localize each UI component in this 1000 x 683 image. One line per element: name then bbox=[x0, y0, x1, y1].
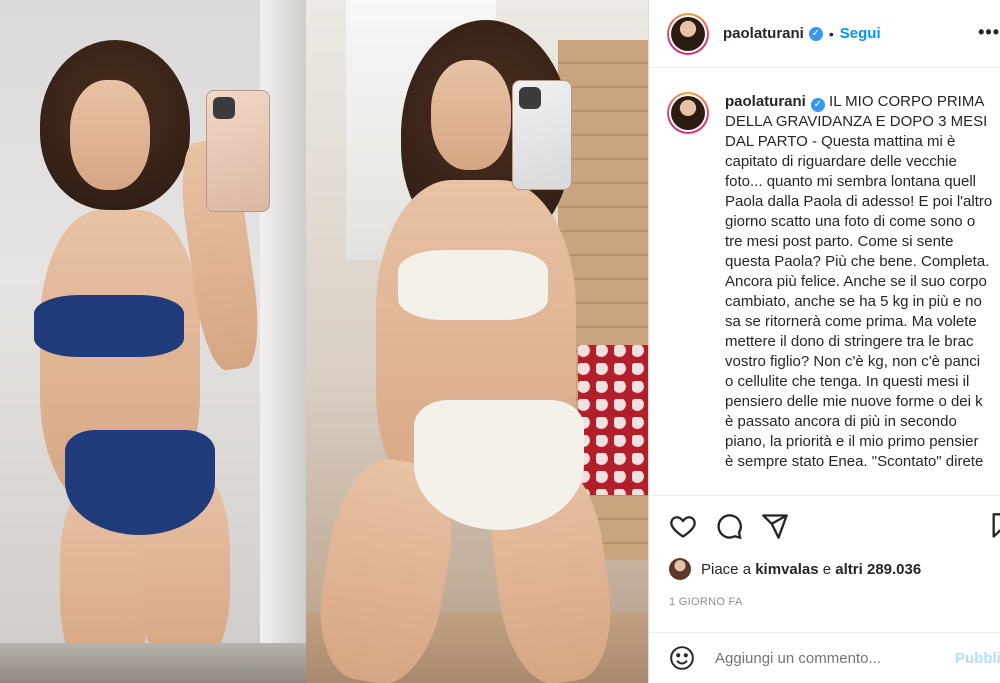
camera-icon bbox=[519, 87, 541, 109]
post-timestamp[interactable]: 1 GIORNO FA bbox=[669, 596, 743, 608]
verified-badge-icon: ✓ bbox=[810, 98, 825, 112]
bedsheet-shape bbox=[578, 345, 648, 495]
heart-icon[interactable] bbox=[669, 512, 697, 540]
caption-username[interactable]: paolaturani bbox=[725, 93, 806, 110]
post-header: paolaturani ✓ • Segui ••• bbox=[649, 0, 1000, 68]
caption-scroll-area[interactable]: paolaturani ✓ IL MIO CORPO PRIMA DELLA GR… bbox=[649, 80, 1000, 496]
brief-shape bbox=[414, 400, 584, 530]
liker-avatar[interactable] bbox=[669, 558, 691, 580]
comment-bar: Pubblica bbox=[649, 632, 1000, 683]
caption-line: sa se ritornerà come prima. Ma volete bbox=[725, 313, 977, 330]
bikini-bottom bbox=[65, 430, 215, 535]
caption-line: mettere il dono di stringere tra le brac bbox=[725, 333, 974, 350]
phone-shape bbox=[512, 80, 572, 190]
caption-line: foto... quanto mi sembra lontana quell bbox=[725, 173, 976, 190]
photo-before bbox=[0, 0, 306, 683]
bookmark-icon[interactable] bbox=[989, 512, 1000, 540]
post-side-panel: paolaturani ✓ • Segui ••• paolaturani ✓ I… bbox=[648, 0, 1000, 683]
comment-icon[interactable] bbox=[715, 512, 743, 540]
liker-username[interactable]: kimvalas bbox=[755, 561, 818, 578]
verified-badge-icon: ✓ bbox=[808, 26, 823, 41]
caption-line: è sempre stato Enea. "Scontato" direte bbox=[725, 453, 984, 470]
post-media[interactable] bbox=[0, 0, 648, 683]
caption-line: giorno scatto una foto di come sono o bbox=[725, 213, 976, 230]
floor-shape bbox=[0, 643, 306, 683]
caption-line: IL MIO CORPO PRIMA bbox=[829, 93, 985, 110]
caption-line: o cellulite che tenga. In questi mesi il bbox=[725, 373, 970, 390]
likes-count[interactable]: altri 289.036 bbox=[835, 561, 921, 578]
caption-row: paolaturani ✓ IL MIO CORPO PRIMA DELLA GR… bbox=[649, 80, 1000, 472]
caption-line: vostro figlio? Non c'è kg, non c'è panci bbox=[725, 353, 981, 370]
likes-conjunction: e bbox=[822, 560, 832, 578]
author-avatar[interactable] bbox=[667, 12, 709, 55]
bra-shape bbox=[398, 250, 548, 320]
caption-line: Paola dalla Paola di adesso! E poi l'alt… bbox=[725, 193, 993, 210]
bikini-top bbox=[34, 295, 184, 357]
caption-line: DELLA GRAVIDANZA E DOPO 3 MESI bbox=[725, 113, 988, 130]
likes-prefix: Piace a bbox=[701, 560, 752, 578]
action-bar bbox=[649, 506, 1000, 546]
separator-dot: • bbox=[828, 25, 834, 42]
phone-shape bbox=[206, 90, 270, 212]
caption-text: paolaturani ✓ IL MIO CORPO PRIMA DELLA GR… bbox=[725, 92, 1000, 472]
caption-avatar[interactable] bbox=[667, 92, 709, 134]
send-icon[interactable] bbox=[761, 512, 789, 540]
caption-line: pensiero delle mie nuove forme o dei k bbox=[725, 393, 983, 410]
face-shape bbox=[70, 80, 150, 190]
author-username[interactable]: paolaturani bbox=[723, 25, 804, 42]
face-shape bbox=[431, 60, 511, 170]
comment-input[interactable] bbox=[715, 649, 935, 667]
camera-icon bbox=[213, 97, 235, 119]
caption-line: capitato di riguardare delle vecchie bbox=[725, 153, 957, 170]
caption-line: Ancora più felice. Anche se il suo corpo bbox=[725, 273, 987, 290]
follow-button[interactable]: Segui bbox=[840, 25, 881, 42]
publish-button[interactable]: Pubblica bbox=[955, 650, 1000, 667]
caption-line: cambiato, anche se ha 5 kg in più e no bbox=[725, 293, 982, 310]
caption-line: è passato ancora di più in secondo bbox=[725, 413, 957, 430]
caption-line: DAL PARTO - Questa mattina mi è bbox=[725, 133, 956, 150]
caption-line: tre mesi post parto. Come si sente bbox=[725, 233, 954, 250]
likes-summary: Piace a kimvalas e altri 289.036 bbox=[669, 558, 921, 580]
more-options-icon[interactable]: ••• bbox=[978, 22, 1000, 43]
emoji-icon[interactable] bbox=[669, 645, 695, 671]
photo-after bbox=[306, 0, 648, 683]
caption-line: piano, la priorità e il mio primo pensie… bbox=[725, 433, 979, 450]
caption-line: questa Paola? Più che bene. Completa. bbox=[725, 253, 990, 270]
